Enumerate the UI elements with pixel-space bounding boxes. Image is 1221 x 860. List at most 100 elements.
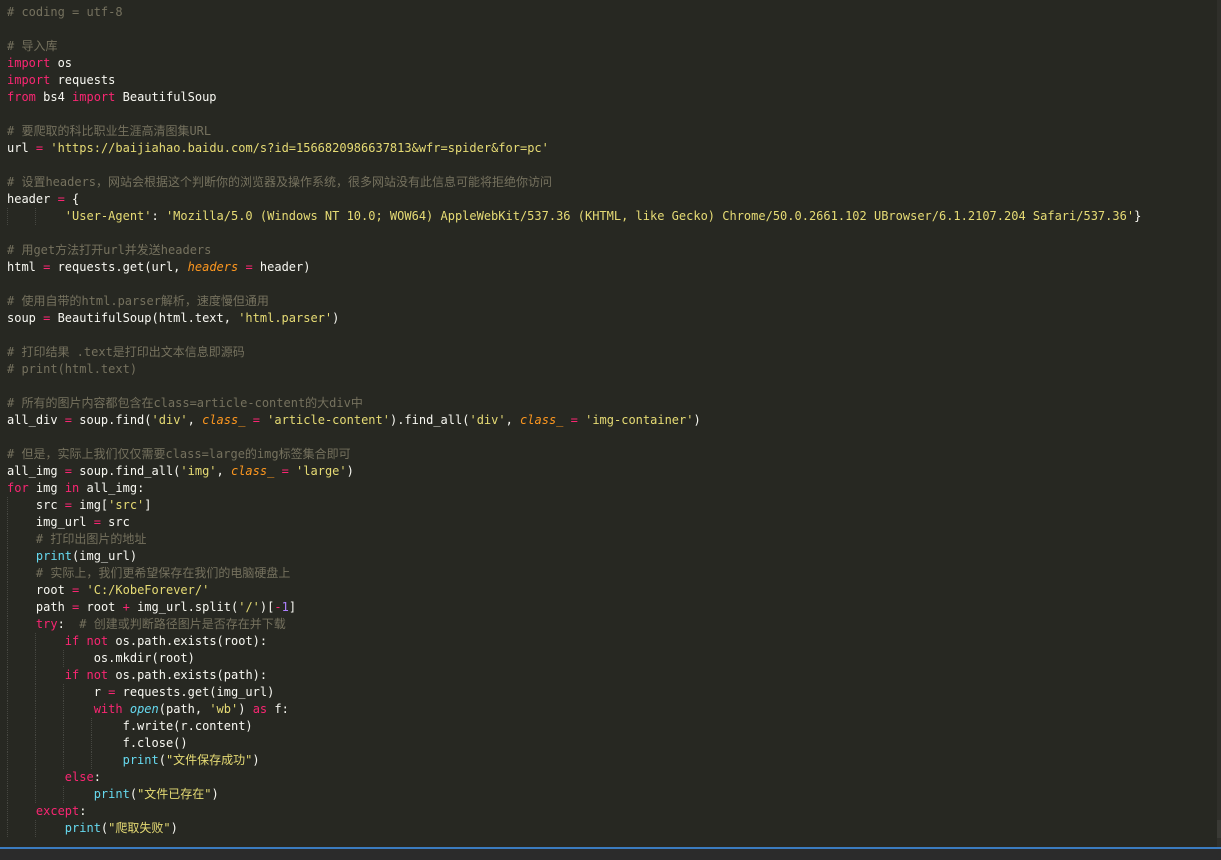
code-token-plain: img_url.split( [129, 600, 239, 614]
indent-guide [35, 650, 36, 667]
code-token-plain: img [28, 481, 65, 495]
code-token-keyword: import [7, 73, 51, 87]
code-token-op: = [64, 464, 73, 478]
code-token-comment: # 设置headers，网站会根据这个判断你的浏览器及操作系统，很多网站没有此信… [7, 175, 553, 189]
code-token-keyword: import [72, 90, 116, 104]
code-line[interactable]: all_div = soup.find('div', class_ = 'art… [7, 412, 701, 429]
indent-guide [7, 786, 8, 803]
code-line[interactable]: header = { [7, 191, 79, 208]
code-line[interactable]: from bs4 import BeautifulSoup [7, 89, 217, 106]
code-token-string: 'Mozilla/5.0 (Windows NT 10.0; WOW64) Ap… [165, 209, 1135, 223]
code-token-keyword: if [64, 634, 80, 648]
indent-guide [63, 650, 64, 667]
code-token-string: 'large' [296, 464, 347, 478]
code-line[interactable]: path = root + img_url.split('/')[-1] [7, 599, 296, 616]
code-token-plain: url [7, 141, 36, 155]
code-token-plain: header [7, 192, 58, 206]
code-line[interactable]: soup = BeautifulSoup(html.text, 'html.pa… [7, 310, 339, 327]
code-line[interactable]: else: [7, 769, 101, 786]
code-token-plain: os [50, 56, 73, 70]
code-token-plain: root [7, 583, 73, 597]
code-token-op: = [281, 464, 289, 478]
code-line[interactable]: except: [7, 803, 87, 820]
code-token-builtin: print [64, 821, 101, 835]
code-token-plain: (img_url) [72, 549, 138, 563]
code-token-string: "文件已存在" [137, 787, 212, 801]
code-token-string: '/' [238, 600, 260, 614]
code-line[interactable]: html = requests.get(url, headers = heade… [7, 259, 310, 276]
indent-guide [91, 752, 92, 769]
code-line[interactable]: src = img['src'] [7, 497, 152, 514]
code-line[interactable]: root = 'C:/KobeForever/' [7, 582, 209, 599]
code-line[interactable]: with open(path, 'wb') as f: [7, 701, 289, 718]
indent-guide [7, 599, 8, 616]
code-line[interactable]: # 要爬取的科比职业生涯高清图集URL [7, 123, 211, 140]
indent-guide [7, 803, 8, 820]
indent-guide [91, 718, 92, 735]
code-line[interactable]: # 设置headers，网站会根据这个判断你的浏览器及操作系统，很多网站没有此信… [7, 174, 552, 191]
code-line[interactable]: # print(html.text) [7, 361, 137, 378]
code-line[interactable]: print(img_url) [7, 548, 137, 565]
code-token-plain: bs4 [35, 90, 73, 104]
code-token-plain: ) [211, 787, 219, 801]
code-editor[interactable]: # coding = utf-8 # 导入库 import os import req… [0, 0, 1217, 849]
code-token-keyword: try [35, 617, 58, 631]
code-line[interactable]: # 导入库 [7, 38, 57, 55]
code-line[interactable]: # 打印出图片的地址 [7, 531, 146, 548]
code-line[interactable]: if not os.path.exists(root): [7, 633, 267, 650]
scrollbar-thumb[interactable] [1217, 820, 1221, 838]
code-line[interactable]: # 实际上，我们更希望保存在我们的电脑硬盘上 [7, 565, 290, 582]
code-token-plain: header) [252, 260, 311, 274]
code-line[interactable]: import os [7, 55, 72, 72]
code-line[interactable]: # 所有的图片内容都包含在class=article-content的大div中 [7, 395, 363, 412]
code-line[interactable]: # 但是，实际上我们仅仅需要class=large的img标签集合即可 [7, 446, 351, 463]
code-line[interactable]: import requests [7, 72, 115, 89]
code-token-op: = [570, 413, 578, 427]
code-token-comment: # 所有的图片内容都包含在class=article-content的大div中 [7, 396, 363, 410]
code-line[interactable]: r = requests.get(img_url) [7, 684, 275, 701]
code-line[interactable]: # 打印结果 .text是打印出文本信息即源码 [7, 344, 245, 361]
code-token-plain: { [64, 192, 80, 206]
code-line[interactable]: print("文件保存成功") [7, 752, 260, 769]
code-line[interactable]: f.write(r.content) [7, 718, 253, 735]
code-line[interactable]: # coding = utf-8 [7, 4, 123, 21]
code-line[interactable]: all_img = soup.find_all('img', class_ = … [7, 463, 354, 480]
code-token-param: headers [187, 260, 239, 274]
code-token-comment: # 但是，实际上我们仅仅需要class=large的img标签集合即可 [7, 447, 351, 461]
code-token-comment: # 用get方法打开url并发送headers [7, 243, 212, 257]
status-bar [0, 847, 1221, 860]
code-line[interactable]: for img in all_img: [7, 480, 144, 497]
vertical-scrollbar[interactable] [1217, 0, 1221, 849]
code-line[interactable]: # 用get方法打开url并发送headers [7, 242, 211, 259]
code-token-keyword: except [35, 804, 80, 818]
code-token-plain: ) [332, 311, 340, 325]
code-token-string: 'article-content' [267, 413, 390, 427]
code-line[interactable]: print("爬取失败") [7, 820, 178, 837]
code-line[interactable]: 'User-Agent': 'Mozilla/5.0 (Windows NT 1… [7, 208, 1142, 225]
code-token-plain: ] [144, 498, 152, 512]
code-token-plain: src [100, 515, 130, 529]
code-token-plain: soup.find_all( [72, 464, 181, 478]
indent-guide [7, 667, 8, 684]
code-token-plain: requests.get(url, [50, 260, 188, 274]
code-line[interactable]: # 使用自带的html.parser解析，速度慢但通用 [7, 293, 269, 310]
code-token-comment: # 打印结果 .text是打印出文本信息即源码 [7, 345, 245, 359]
code-token-plain: : [57, 617, 80, 631]
code-line[interactable]: url = 'https://baijiahao.baidu.com/s?id=… [7, 140, 549, 157]
code-token-plain: html [7, 260, 44, 274]
indent-guide [91, 735, 92, 752]
code-line[interactable]: if not os.path.exists(path): [7, 667, 267, 684]
code-line[interactable]: print("文件已存在") [7, 786, 219, 803]
code-token-plain: ( [158, 753, 166, 767]
code-token-string: "文件保存成功" [165, 753, 253, 767]
indent-guide [7, 497, 8, 514]
code-token-op: = [245, 260, 253, 274]
indent-guide [7, 820, 8, 837]
code-line[interactable]: try: # 创建或判断路径图片是否存在并下载 [7, 616, 286, 633]
code-line[interactable]: img_url = src [7, 514, 130, 531]
indent-guide [7, 514, 8, 531]
